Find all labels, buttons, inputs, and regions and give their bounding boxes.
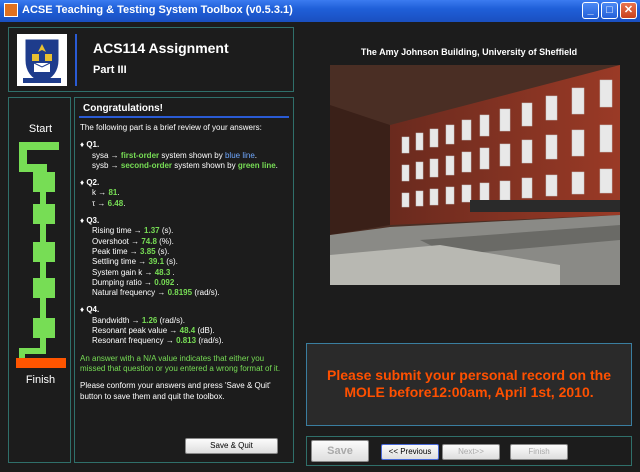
progress-step [33, 242, 55, 262]
q3-answer-row: Rising time → 1.37 (s). [92, 226, 174, 236]
submission-message: Please submit your personal record on th… [327, 367, 611, 400]
q3-answer-row: Settling time → 39.1 (s). [92, 257, 178, 267]
review-divider [79, 116, 289, 118]
q1-heading: ♦ Q1. [80, 140, 100, 150]
page-subtitle: Part III [93, 64, 127, 76]
university-logo [17, 34, 67, 86]
progress-segment [40, 262, 46, 278]
progress-segment [19, 164, 47, 172]
review-instruction: Please conform your answers and press 'S… [80, 381, 271, 401]
progress-step [33, 318, 55, 338]
q3-answer-row: Peak time → 3.85 (s). [92, 246, 170, 256]
progress-finish-label: Finish [25, 374, 56, 386]
review-note: An answer with a N/A value indicates tha… [80, 353, 281, 373]
close-button[interactable]: ✕ [620, 2, 637, 19]
maximize-button[interactable]: □ [601, 2, 618, 19]
previous-button[interactable]: << Previous [381, 444, 439, 460]
app-icon [4, 3, 18, 17]
progress-panel: Start Finish [8, 97, 71, 463]
save-button[interactable]: Save [311, 440, 369, 462]
progress-step [33, 172, 55, 192]
q3-heading: ♦ Q3. [80, 216, 100, 226]
q4-heading: ♦ Q4. [80, 305, 100, 315]
q1-sysa: sysa → first-order system shown by blue … [92, 150, 258, 160]
progress-step [33, 204, 55, 224]
q4-answer-row: Bandwidth → 1.26 (rad/s). [92, 315, 185, 325]
finish-button[interactable]: Finish [510, 444, 568, 460]
q3-answer-row: Dumping ratio → 0.092 . [92, 277, 179, 287]
q3-answer-row: Natural frequency → 0.8195 (rad/s). [92, 288, 220, 298]
header-panel: ACS114 Assignment Part III [8, 27, 294, 92]
photo-caption: The Amy Johnson Building, University of … [360, 47, 578, 57]
window-title: ACSE Teaching & Testing System Toolbox (… [22, 4, 293, 16]
review-heading: Congratulations! [83, 103, 163, 114]
header-divider [75, 34, 77, 86]
q2-heading: ♦ Q2. [80, 178, 100, 188]
window-title-bar[interactable]: ACSE Teaching & Testing System Toolbox (… [0, 0, 640, 22]
message-panel: Please submit your personal record on th… [306, 343, 632, 426]
review-intro: The following part is a brief review of … [80, 123, 262, 132]
save-quit-button[interactable]: Save & Quit [185, 438, 278, 454]
q1-sysb: sysb → second-order system shown by gree… [92, 160, 278, 170]
q2-k: k → 81. [92, 188, 120, 198]
progress-finish-marker [16, 358, 66, 368]
progress-segment [40, 298, 46, 318]
navigation-bar: Save << Previous Next>> Finish [306, 436, 632, 466]
q3-answer-row: Overshoot → 74.8 (%). [92, 236, 174, 246]
review-body: The following part is a brief review of … [80, 123, 290, 402]
q2-tau: τ → 6.48. [92, 198, 126, 208]
page-title: ACS114 Assignment [93, 40, 229, 56]
review-panel: Congratulations! The following part is a… [74, 97, 294, 463]
progress-step [33, 278, 55, 298]
next-button[interactable]: Next>> [442, 444, 500, 460]
q4-answer-row: Resonant peak value → 48.4 (dB). [92, 326, 215, 336]
minimize-button[interactable]: _ [582, 2, 599, 19]
progress-start-label: Start [28, 123, 53, 135]
q3-answer-row: System gain k → 48.3 . [92, 267, 175, 277]
progress-segment [40, 192, 46, 204]
q4-answer-row: Resonant frequency → 0.813 (rad/s). [92, 336, 224, 346]
building-photo [330, 65, 620, 285]
progress-segment [40, 224, 46, 242]
